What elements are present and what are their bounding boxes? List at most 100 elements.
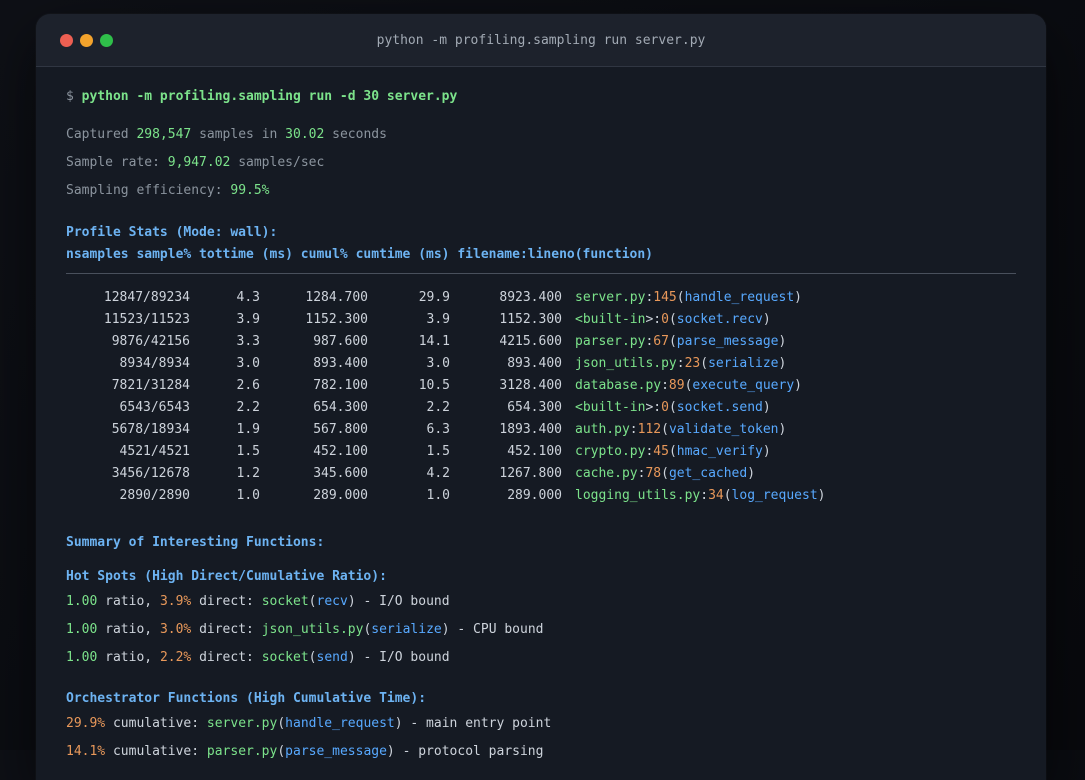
text-segment: parse_message	[285, 744, 387, 759]
captured-stat-line: Captured 298,547 samples in 30.02 second…	[66, 124, 1016, 146]
text-segment: 45	[653, 444, 669, 459]
cell-sample_pct: 3.0	[236, 356, 260, 371]
cell-tottime_ms: 289.000	[313, 488, 368, 503]
cell-cumul_pct: 1.0	[426, 488, 450, 503]
text-segment: serialize	[371, 622, 442, 637]
text-segment: send	[316, 650, 348, 665]
text-segment: socket.recv	[676, 312, 763, 327]
text-segment: json_utils.py	[261, 622, 364, 637]
text-segment: (	[668, 312, 677, 327]
hot-spot-item: 1.00 ratio, 2.2% direct: socket(send) - …	[66, 647, 1016, 669]
cell-cumtime_ms: 8923.400	[499, 290, 562, 305]
text-segment: $	[66, 89, 82, 104]
text-segment: 99.5%	[230, 183, 270, 198]
cell-sample_pct: 1.2	[236, 466, 260, 481]
profile-table-row: 12847/89234 4.3 1284.700 29.9 8923.400 server…	[66, 287, 1016, 309]
text-segment: (	[723, 488, 732, 503]
text-segment: (	[668, 334, 677, 349]
cell-sample_pct: 1.5	[236, 444, 260, 459]
profile-stats-title: Profile Stats (Mode: wall):	[66, 225, 278, 240]
text-segment: parser.py	[575, 334, 646, 349]
cell-tottime_ms: 567.800	[313, 422, 368, 437]
text-segment: Sample rate:	[66, 155, 168, 170]
efficiency-line: Sampling efficiency: 99.5%	[66, 180, 1016, 202]
text-segment: (	[308, 650, 317, 665]
text-segment: - CPU bound	[449, 622, 544, 637]
window-titlebar: python -m profiling.sampling run server.…	[36, 14, 1046, 67]
text-segment: ratio,	[97, 622, 160, 637]
cell-tottime_ms: 654.300	[313, 400, 368, 415]
cell-cumtime_ms: 654.300	[507, 400, 562, 415]
text-segment: direct:	[191, 650, 262, 665]
text-segment: Sampling efficiency:	[66, 183, 231, 198]
text-segment: 67	[653, 334, 669, 349]
window-title: python -m profiling.sampling run server.…	[376, 32, 706, 48]
cell-cumtime_ms: 1267.800	[499, 466, 562, 481]
profile-table-row: 4521/4521 1.5 452.100 1.5 452.100 crypto.py:4…	[66, 441, 1016, 463]
text-segment: (	[308, 594, 317, 609]
profile-stats-table: 12847/89234 4.3 1284.700 29.9 8923.400 server…	[66, 287, 1016, 507]
text-segment: cumulative:	[105, 744, 207, 759]
text-segment: 1.00	[66, 594, 98, 609]
text-segment: samples/sec	[230, 155, 325, 170]
profile-table-row: 2890/2890 1.0 289.000 1.0 289.000 logging_uti…	[66, 485, 1016, 507]
text-segment: parse_message	[676, 334, 779, 349]
text-segment: - protocol parsing	[394, 744, 544, 759]
cell-sample_pct: 3.9	[236, 312, 260, 327]
text-segment: (	[661, 422, 669, 437]
text-segment: parser.py	[206, 744, 278, 759]
cell-nsamples: 4521/4521	[119, 444, 190, 459]
text-segment: 298,547	[136, 127, 192, 142]
command-line: $ python -m profiling.sampling run -d 30…	[66, 86, 1016, 108]
text-segment: (	[676, 290, 685, 305]
text-segment: 1.00	[66, 622, 98, 637]
table-divider	[66, 273, 1016, 274]
text-segment: socket.send	[676, 400, 763, 415]
cell-cumtime_ms: 1893.400	[499, 422, 562, 437]
text-segment: 3.0%	[159, 622, 192, 637]
text-segment: 34	[708, 488, 724, 503]
orchestrator-item: 29.9% cumulative: server.py(handle_reque…	[66, 713, 1016, 735]
text-segment: 3.9%	[159, 594, 192, 609]
profile-table-row: 6543/6543 2.2 654.300 2.2 654.300 <built-in>:…	[66, 397, 1016, 419]
cell-nsamples: 11523/11523	[103, 312, 190, 327]
cell-cumul_pct: 10.5	[418, 378, 450, 393]
text-segment: ratio,	[97, 594, 160, 609]
text-segment: crypto.py	[575, 444, 646, 459]
cell-location: auth.py:112(validate_token)	[575, 419, 786, 441]
cell-nsamples: 12847/89234	[103, 290, 190, 305]
text-segment: get_cached	[668, 466, 748, 481]
text-segment: 9,947.02	[167, 155, 231, 170]
text-segment: )	[441, 622, 450, 637]
text-segment: auth.py	[575, 422, 630, 437]
text-segment: )	[778, 356, 787, 371]
cell-nsamples: 9876/42156	[111, 334, 190, 349]
cell-cumul_pct: 1.5	[426, 444, 450, 459]
text-segment: 112	[637, 422, 662, 437]
text-segment: 0	[661, 400, 669, 415]
text-segment: )	[762, 400, 771, 415]
cell-location: database.py:89(execute_query)	[575, 375, 802, 397]
text-segment: 30.02	[285, 127, 325, 142]
profile-table-row: 3456/12678 1.2 345.600 4.2 1267.800 cache.py:…	[66, 463, 1016, 485]
cell-tottime_ms: 782.100	[313, 378, 368, 393]
cell-nsamples: 3456/12678	[111, 466, 190, 481]
hot-spots-title: Hot Spots (High Direct/Cumulative Ratio)…	[66, 569, 387, 584]
text-segment: (	[700, 356, 709, 371]
cell-tottime_ms: 893.400	[313, 356, 368, 371]
text-segment: socket	[261, 650, 309, 665]
cell-cumul_pct: 2.2	[426, 400, 450, 415]
text-segment: execute_query	[692, 378, 795, 393]
text-segment: database.py	[575, 378, 662, 393]
text-segment: handle_request	[285, 716, 395, 731]
cell-nsamples: 8934/8934	[119, 356, 190, 371]
hot-spot-item: 1.00 ratio, 3.0% direct: json_utils.py(s…	[66, 619, 1016, 641]
terminal-output: $ python -m profiling.sampling run -d 30…	[36, 67, 1046, 763]
profile-table-row: 5678/18934 1.9 567.800 6.3 1893.400 auth.py:1…	[66, 419, 1016, 441]
text-segment: Captured	[66, 127, 137, 142]
cell-cumtime_ms: 1152.300	[499, 312, 562, 327]
text-segment: direct:	[191, 594, 262, 609]
text-segment: hmac_verify	[676, 444, 763, 459]
text-segment: direct:	[191, 622, 262, 637]
cell-location: logging_utils.py:34(log_request)	[575, 485, 825, 507]
